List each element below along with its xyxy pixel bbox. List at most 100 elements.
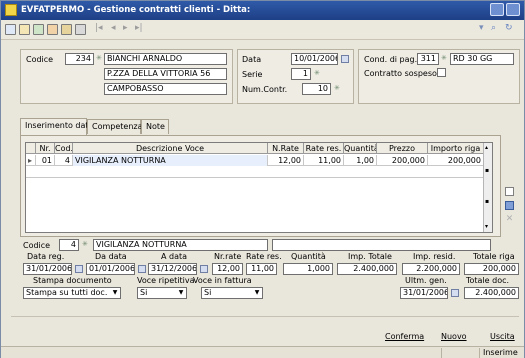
calendar-icon[interactable] — [341, 55, 349, 63]
grid-scrollbar[interactable]: ▴ ▪ ▪ ▾ — [483, 143, 492, 232]
nuovo-button[interactable]: Nuovo — [437, 330, 469, 344]
detail-voce-field: VIGILANZA NOTTURNA — [93, 239, 268, 251]
codice-field[interactable]: 234 — [65, 53, 94, 65]
serie-label: Serie — [242, 70, 263, 79]
contratto-sospeso-label: Contratto sospeso — [364, 69, 437, 78]
nrate-field[interactable]: 12,00 — [212, 263, 243, 275]
table-row-empty[interactable] — [26, 167, 484, 178]
cell-quantita[interactable]: 1,00 — [344, 155, 377, 166]
rate-res-label: Rate res. — [246, 252, 282, 261]
toolbar: |◂ ◂ ▸ ▸| ▾ ⌕ ↻ — [1, 20, 524, 40]
save-icon[interactable] — [33, 24, 44, 35]
calendar-icon[interactable] — [75, 265, 83, 273]
detail-codice-field[interactable]: 4 — [59, 239, 79, 251]
quantita-field[interactable]: 1,000 — [283, 263, 333, 275]
divider — [11, 316, 519, 317]
numcontr-field[interactable]: 10 — [302, 83, 331, 95]
scroll-up-icon[interactable]: ▴ — [485, 144, 488, 151]
refresh-icon[interactable]: ↻ — [505, 23, 513, 33]
scroll-mark-icon: ▪ — [485, 167, 490, 174]
totale-doc-label: Totale doc. — [466, 276, 510, 285]
stampa-documento-select[interactable]: Stampa su tutti doc. ▼ — [23, 287, 121, 299]
lookup-icon[interactable]: ✳ — [82, 240, 88, 248]
new-icon[interactable] — [5, 24, 16, 35]
search-icon[interactable]: ⌕ — [491, 23, 496, 33]
lookup-icon[interactable]: ✳ — [334, 84, 340, 92]
minimize-button[interactable] — [490, 3, 504, 16]
totale-riga-field[interactable]: 200,000 — [464, 263, 519, 275]
new-row-icon[interactable] — [505, 187, 514, 196]
cell-rateres[interactable]: 11,00 — [304, 155, 344, 166]
lookup-icon[interactable]: ✳ — [96, 54, 102, 62]
a-data-field[interactable]: 31/12/2006 — [148, 263, 197, 275]
condpag-code-field[interactable]: 311 — [417, 53, 439, 65]
column-header[interactable]: Cod. — [55, 143, 73, 154]
client-name-field: BIANCHI ARNALDO — [104, 53, 227, 65]
totale-doc-field[interactable]: 2.400,000 — [464, 287, 519, 299]
tab-note[interactable]: Note — [141, 119, 169, 134]
da-data-label: Da data — [95, 252, 127, 261]
contratto-sospeso-checkbox[interactable] — [437, 68, 446, 77]
voce-ripetitiva-select[interactable]: Si ▼ — [137, 287, 187, 299]
cell-descrizione[interactable]: VIGILANZA NOTTURNA — [73, 155, 268, 166]
folder-icon[interactable] — [61, 24, 72, 35]
rate-res-field[interactable]: 11,00 — [246, 263, 277, 275]
column-header[interactable]: N.Rate — [268, 143, 304, 154]
imp-totale-field[interactable]: 2.400,000 — [337, 263, 397, 275]
next-record-icon[interactable]: ▸ — [123, 23, 128, 33]
table-row[interactable]: ▸ 01 4 VIGILANZA NOTTURNA 12,00 11,00 1,… — [26, 155, 484, 166]
voce-ripetitiva-label: Voce ripetitiva — [137, 276, 195, 285]
cell-cod[interactable]: 4 — [55, 155, 73, 166]
column-header[interactable]: Quantità — [344, 143, 377, 154]
voce-in-fattura-select[interactable]: Si ▼ — [201, 287, 263, 299]
dropdown-icon[interactable]: ▾ — [479, 23, 484, 33]
tab-inserimento-dati[interactable]: Inserimento dati — [20, 118, 91, 135]
ultm-gen-label: Ultm. gen. — [405, 276, 447, 285]
ultm-gen-field[interactable]: 31/01/2006 — [400, 287, 448, 299]
chevron-down-icon[interactable]: ▼ — [253, 289, 261, 297]
cell-nr[interactable]: 01 — [36, 155, 55, 166]
last-record-icon[interactable]: ▸| — [135, 23, 143, 33]
conferma-button[interactable]: Conferma — [381, 330, 424, 344]
chevron-down-icon[interactable]: ▼ — [177, 289, 185, 297]
scroll-down-icon[interactable]: ▾ — [485, 223, 488, 230]
totale-riga-label: Totale riga — [473, 252, 515, 261]
voce-in-fattura-label: Voce in fattura — [193, 276, 252, 285]
column-header[interactable]: Descrizione Voce — [73, 143, 268, 154]
print-icon[interactable] — [47, 24, 58, 35]
uscita-button[interactable]: Uscita — [486, 330, 516, 344]
row-selector-icon[interactable]: ▸ — [26, 155, 36, 166]
lookup-icon[interactable]: ✳ — [314, 69, 320, 77]
cell-importo[interactable]: 200,000 — [428, 155, 484, 166]
first-record-icon[interactable]: |◂ — [95, 23, 103, 33]
delete-row-icon[interactable]: ✕ — [505, 215, 514, 224]
cell-prezzo[interactable]: 200,000 — [377, 155, 428, 166]
codice-label: Codice — [26, 55, 54, 64]
preview-icon[interactable] — [75, 24, 86, 35]
tab-competenza[interactable]: Competenza — [87, 119, 143, 134]
column-header[interactable]: Rate res. — [304, 143, 344, 154]
column-header[interactable]: Prezzo — [377, 143, 428, 154]
calendar-icon[interactable] — [451, 289, 459, 297]
client-city-field: CAMPOBASSO — [104, 83, 227, 95]
maximize-button[interactable] — [506, 3, 520, 16]
condpag-desc-field: RD 30 GG — [450, 53, 514, 65]
previous-record-icon[interactable]: ◂ — [111, 23, 116, 33]
column-header[interactable]: Nr. — [36, 143, 55, 154]
chevron-down-icon[interactable]: ▼ — [111, 289, 119, 297]
calendar-icon[interactable] — [200, 265, 208, 273]
lookup-icon[interactable]: ✳ — [441, 54, 447, 62]
status-bar: Inserime — [1, 346, 524, 358]
open-icon[interactable] — [19, 24, 30, 35]
detail-extra-field — [272, 239, 491, 251]
cell-nrate[interactable]: 12,00 — [268, 155, 304, 166]
da-data-field[interactable]: 01/01/2006 — [86, 263, 135, 275]
data-field[interactable]: 10/01/2006 — [291, 53, 338, 65]
save-row-icon[interactable] — [505, 201, 514, 210]
data-reg-field[interactable]: 31/01/2006 — [23, 263, 72, 275]
column-header[interactable]: Importo riga — [428, 143, 484, 154]
calendar-icon[interactable] — [138, 265, 146, 273]
window-title: EVFATPERMO - Gestione contratti clienti … — [21, 5, 251, 15]
imp-resid-field[interactable]: 2.200,000 — [402, 263, 460, 275]
serie-field[interactable]: 1 — [291, 68, 311, 80]
